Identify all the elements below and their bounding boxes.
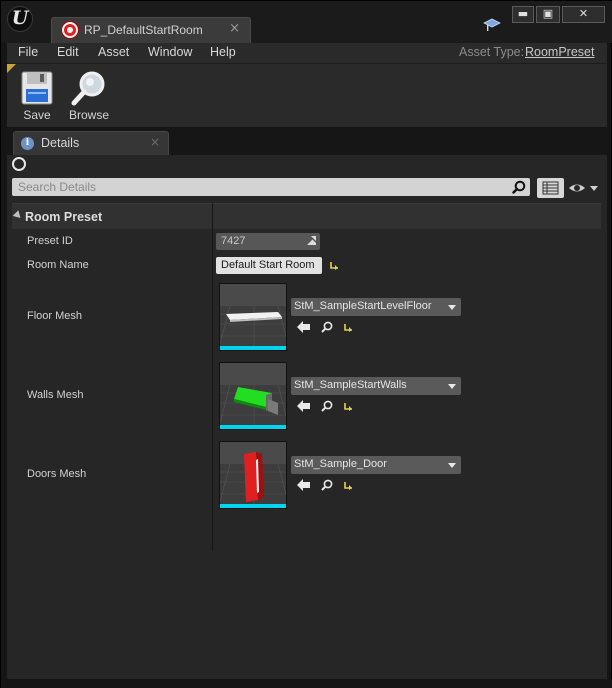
details-body: Room Preset Preset ID 7427 Room Name Def… [7, 155, 607, 681]
browse-asset-icon[interactable] [321, 479, 333, 491]
reset-to-default-icon[interactable] [330, 261, 339, 270]
search-details-input[interactable] [12, 178, 502, 196]
floor-mesh-thumbnail[interactable] [219, 283, 287, 351]
property-matrix-icon[interactable] [537, 178, 564, 198]
editor-window: U RP_DefaultStartRoom × ▬ ▣ ✕ File Edit … [0, 0, 612, 688]
window-bottom-edge [1, 679, 612, 688]
chevron-down-icon [448, 384, 456, 389]
asset-type-color-bar [220, 346, 286, 350]
room-name-label: Room Name [27, 259, 89, 271]
doors-mesh-label: Doors Mesh [27, 468, 87, 480]
asset-type-color-bar [220, 504, 286, 508]
room-preset-category[interactable]: Room Preset [12, 203, 601, 229]
info-icon: i [21, 137, 34, 150]
menu-window[interactable]: Window [148, 45, 192, 59]
maximize-button[interactable]: ▣ [536, 6, 560, 23]
menu-bar: File Edit Asset Window Help Asset Type: … [7, 43, 607, 63]
use-selected-arrow-icon[interactable] [297, 479, 311, 491]
preset-id-label: Preset ID [27, 235, 73, 247]
search-details-field[interactable] [12, 178, 530, 196]
menu-asset[interactable]: Asset [98, 45, 129, 59]
menu-edit[interactable]: Edit [57, 45, 79, 59]
floor-mesh-label: Floor Mesh [27, 310, 83, 322]
drag-handle-icon[interactable] [307, 236, 316, 245]
doors-mesh-combo[interactable]: StM_Sample_Door [291, 456, 461, 474]
asset-type-label: Asset Type: [459, 45, 525, 59]
graduation-cap-icon[interactable] [483, 17, 501, 33]
walls-mesh-label: Walls Mesh [27, 389, 84, 401]
category-label: Room Preset [25, 210, 103, 224]
room-preset-asset-icon [62, 22, 78, 38]
browse-asset-icon[interactable] [321, 321, 333, 333]
reset-to-default-icon[interactable] [344, 402, 353, 411]
reset-to-default-icon[interactable] [344, 481, 353, 490]
close-details-tab-icon[interactable]: × [150, 135, 160, 149]
menu-help[interactable]: Help [210, 45, 236, 59]
chevron-down-icon [448, 463, 456, 468]
use-selected-arrow-icon[interactable] [297, 321, 311, 333]
details-tab[interactable]: i Details × [13, 131, 169, 155]
walls-mesh-thumbnail[interactable] [219, 362, 287, 430]
floor-mesh-combo[interactable]: StM_SampleStartLevelFloor [291, 298, 461, 316]
asset-tab-title: RP_DefaultStartRoom [84, 23, 203, 37]
reset-to-default-icon[interactable] [344, 323, 353, 332]
preset-id-value: 7427 [221, 235, 246, 247]
walls-mesh-combo[interactable]: StM_SampleStartWalls [291, 377, 461, 395]
walls-mesh-asset-name: StM_SampleStartWalls [294, 379, 407, 391]
use-selected-arrow-icon[interactable] [297, 400, 311, 412]
save-disk-icon [21, 71, 53, 105]
column-splitter[interactable] [212, 203, 213, 551]
minimize-button[interactable]: ▬ [512, 6, 534, 23]
room-name-field[interactable]: Default Start Room [216, 257, 322, 274]
floor-mesh-asset-name: StM_SampleStartLevelFloor [294, 300, 432, 312]
view-options-eye-icon[interactable] [567, 179, 599, 197]
magnifier-icon [71, 71, 105, 106]
unreal-logo-icon: U [7, 6, 33, 32]
lock-toggle-icon[interactable] [12, 157, 26, 171]
collapse-arrow-icon[interactable] [12, 210, 24, 221]
doors-mesh-asset-name: StM_Sample_Door [294, 458, 387, 470]
preset-id-field[interactable]: 7427 [216, 233, 320, 250]
asset-document-tab[interactable]: RP_DefaultStartRoom × [51, 17, 251, 43]
room-name-value: Default Start Room [221, 259, 315, 271]
asset-type-link[interactable]: RoomPreset [525, 45, 594, 59]
title-bar: U RP_DefaultStartRoom × ▬ ▣ ✕ [1, 1, 612, 43]
save-button[interactable]: Save [9, 68, 65, 124]
browse-button[interactable]: Browse [61, 68, 117, 124]
toolbar: Save Browse [7, 63, 607, 127]
chevron-down-icon [448, 305, 456, 310]
details-tab-label: Details [41, 136, 80, 150]
details-panel-area: i Details × Search Details Room Preset P… [7, 127, 607, 681]
asset-type-color-bar [220, 425, 286, 429]
browse-asset-icon[interactable] [321, 400, 333, 412]
menu-file[interactable]: File [18, 45, 38, 59]
save-label: Save [23, 108, 51, 122]
close-window-button[interactable]: ✕ [562, 6, 605, 23]
doors-mesh-thumbnail[interactable] [219, 441, 287, 509]
close-tab-icon[interactable]: × [229, 21, 240, 36]
browse-label: Browse [68, 108, 109, 122]
search-icon[interactable] [512, 180, 526, 194]
